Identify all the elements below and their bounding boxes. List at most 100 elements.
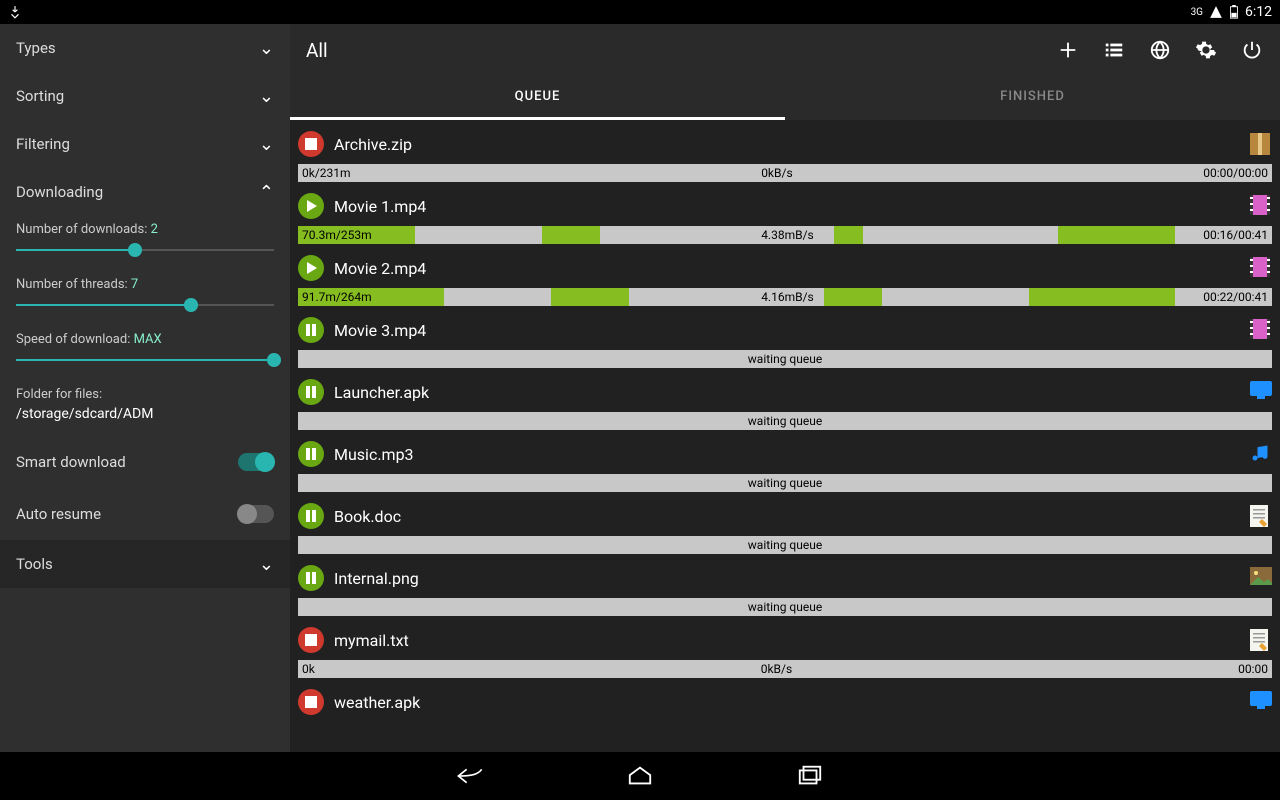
download-item[interactable]: mymail.txt 0k0kB/s00:00: [298, 620, 1272, 678]
play-button[interactable]: [298, 193, 324, 219]
progress-bar: waiting queue: [298, 536, 1272, 554]
home-button[interactable]: [625, 761, 655, 791]
download-item[interactable]: Internal.png waiting queue: [298, 558, 1272, 616]
progress-size: 0k/231m: [298, 166, 351, 180]
sidebar-filtering-label: Filtering: [16, 135, 70, 153]
globe-button[interactable]: [1148, 38, 1172, 62]
waiting-text: waiting queue: [302, 538, 1268, 552]
pause-button[interactable]: [298, 503, 324, 529]
progress-time: 00:00/00:00: [1203, 166, 1272, 180]
pause-button[interactable]: [298, 379, 324, 405]
clock: 6:12: [1245, 4, 1272, 20]
folder-setting[interactable]: Folder for files: /storage/sdcard/ADM: [0, 381, 290, 436]
sidebar-downloading[interactable]: Downloading ⌃: [0, 168, 290, 216]
progress-bar: waiting queue: [298, 474, 1272, 492]
signal-icon: [1209, 5, 1223, 19]
progress-speed: 4.16mB/s: [372, 290, 1204, 304]
android-navbar: [0, 752, 1280, 800]
network-indicator: 3G: [1191, 7, 1203, 18]
download-item[interactable]: Book.doc waiting queue: [298, 496, 1272, 554]
download-item[interactable]: Movie 1.mp4 70.3m/253m4.38mB/s00:16/00:4…: [298, 186, 1272, 244]
play-button[interactable]: [298, 255, 324, 281]
stop-button[interactable]: [298, 689, 324, 715]
speed-slider[interactable]: [16, 349, 274, 373]
progress-speed: 0kB/s: [351, 166, 1204, 180]
tab-finished[interactable]: FINISHED: [785, 76, 1280, 120]
power-button[interactable]: [1240, 38, 1264, 62]
waiting-text: waiting queue: [302, 414, 1268, 428]
tabs: QUEUE FINISHED: [290, 76, 1280, 120]
progress-bar: 91.7m/264m4.16mB/s00:22/00:41: [298, 288, 1272, 306]
stop-button[interactable]: [298, 627, 324, 653]
sidebar-downloading-label: Downloading: [16, 183, 103, 201]
download-name: Movie 1.mp4: [334, 197, 1250, 216]
auto-resume-toggle[interactable]: [238, 505, 274, 523]
status-bar: 3G 6:12: [0, 0, 1280, 24]
download-item[interactable]: Archive.zip 0k/231m0kB/s00:00/00:00: [298, 124, 1272, 182]
download-item[interactable]: weather.apk: [298, 682, 1272, 722]
page-title: All: [306, 39, 328, 62]
folder-label: Folder for files:: [16, 387, 274, 402]
download-name: Movie 3.mp4: [334, 321, 1250, 340]
smart-download-label: Smart download: [16, 453, 126, 471]
stop-button[interactable]: [298, 131, 324, 157]
auto-resume-row: Auto resume: [0, 488, 290, 540]
chevron-down-icon: ⌄: [259, 554, 274, 575]
add-button[interactable]: [1056, 38, 1080, 62]
download-name: mymail.txt: [334, 631, 1250, 650]
progress-size: 0k: [298, 662, 315, 676]
waiting-text: waiting queue: [302, 352, 1268, 366]
download-name: Movie 2.mp4: [334, 259, 1250, 278]
download-item[interactable]: Movie 2.mp4 91.7m/264m4.16mB/s00:22/00:4…: [298, 248, 1272, 306]
list-button[interactable]: [1102, 38, 1126, 62]
tab-queue[interactable]: QUEUE: [290, 76, 785, 120]
progress-time: 00:22/00:41: [1203, 290, 1272, 304]
sidebar: Types ⌄ Sorting ⌄ Filtering ⌄ Downloadin…: [0, 24, 290, 752]
img-icon: [1250, 567, 1272, 589]
video-icon: [1250, 319, 1272, 341]
sidebar-filtering[interactable]: Filtering ⌄: [0, 120, 290, 168]
settings-button[interactable]: [1194, 38, 1218, 62]
progress-bar: waiting queue: [298, 350, 1272, 368]
num-threads-slider[interactable]: [16, 294, 274, 318]
progress-size: 70.3m/253m: [298, 228, 372, 242]
download-item[interactable]: Music.mp3 waiting queue: [298, 434, 1272, 492]
apk-icon: [1250, 381, 1272, 403]
chevron-down-icon: ⌄: [259, 134, 274, 155]
sidebar-tools[interactable]: Tools ⌄: [0, 540, 290, 588]
download-name: Internal.png: [334, 569, 1250, 588]
recent-button[interactable]: [795, 761, 825, 791]
smart-download-toggle[interactable]: [238, 453, 274, 471]
progress-bar: 70.3m/253m4.38mB/s00:16/00:41: [298, 226, 1272, 244]
progress-time: 00:00: [1238, 662, 1272, 676]
sidebar-types[interactable]: Types ⌄: [0, 24, 290, 72]
pause-button[interactable]: [298, 317, 324, 343]
sidebar-tools-label: Tools: [16, 555, 53, 573]
download-name: Music.mp3: [334, 445, 1250, 464]
num-downloads-slider[interactable]: [16, 239, 274, 263]
progress-bar: waiting queue: [298, 598, 1272, 616]
progress-bar: waiting queue: [298, 412, 1272, 430]
download-item[interactable]: Launcher.apk waiting queue: [298, 372, 1272, 430]
pause-button[interactable]: [298, 441, 324, 467]
sidebar-sorting-label: Sorting: [16, 87, 64, 105]
download-name: Book.doc: [334, 507, 1250, 526]
content-header: All: [290, 24, 1280, 76]
progress-speed: 0kB/s: [315, 662, 1238, 676]
smart-download-row: Smart download: [0, 436, 290, 488]
speed-label: Speed of download: MAX: [0, 326, 290, 349]
waiting-text: waiting queue: [302, 476, 1268, 490]
progress-size: 91.7m/264m: [298, 290, 372, 304]
download-list[interactable]: Archive.zip 0k/231m0kB/s00:00/00:00 Movi…: [290, 120, 1280, 752]
pause-button[interactable]: [298, 565, 324, 591]
doc-icon: [1250, 505, 1272, 527]
auto-resume-label: Auto resume: [16, 505, 101, 523]
sidebar-sorting[interactable]: Sorting ⌄: [0, 72, 290, 120]
apk-icon: [1250, 691, 1272, 713]
zip-icon: [1250, 133, 1272, 155]
sidebar-types-label: Types: [16, 39, 56, 57]
back-button[interactable]: [455, 761, 485, 791]
video-icon: [1250, 195, 1272, 217]
progress-bar: 0k/231m0kB/s00:00/00:00: [298, 164, 1272, 182]
download-item[interactable]: Movie 3.mp4 waiting queue: [298, 310, 1272, 368]
